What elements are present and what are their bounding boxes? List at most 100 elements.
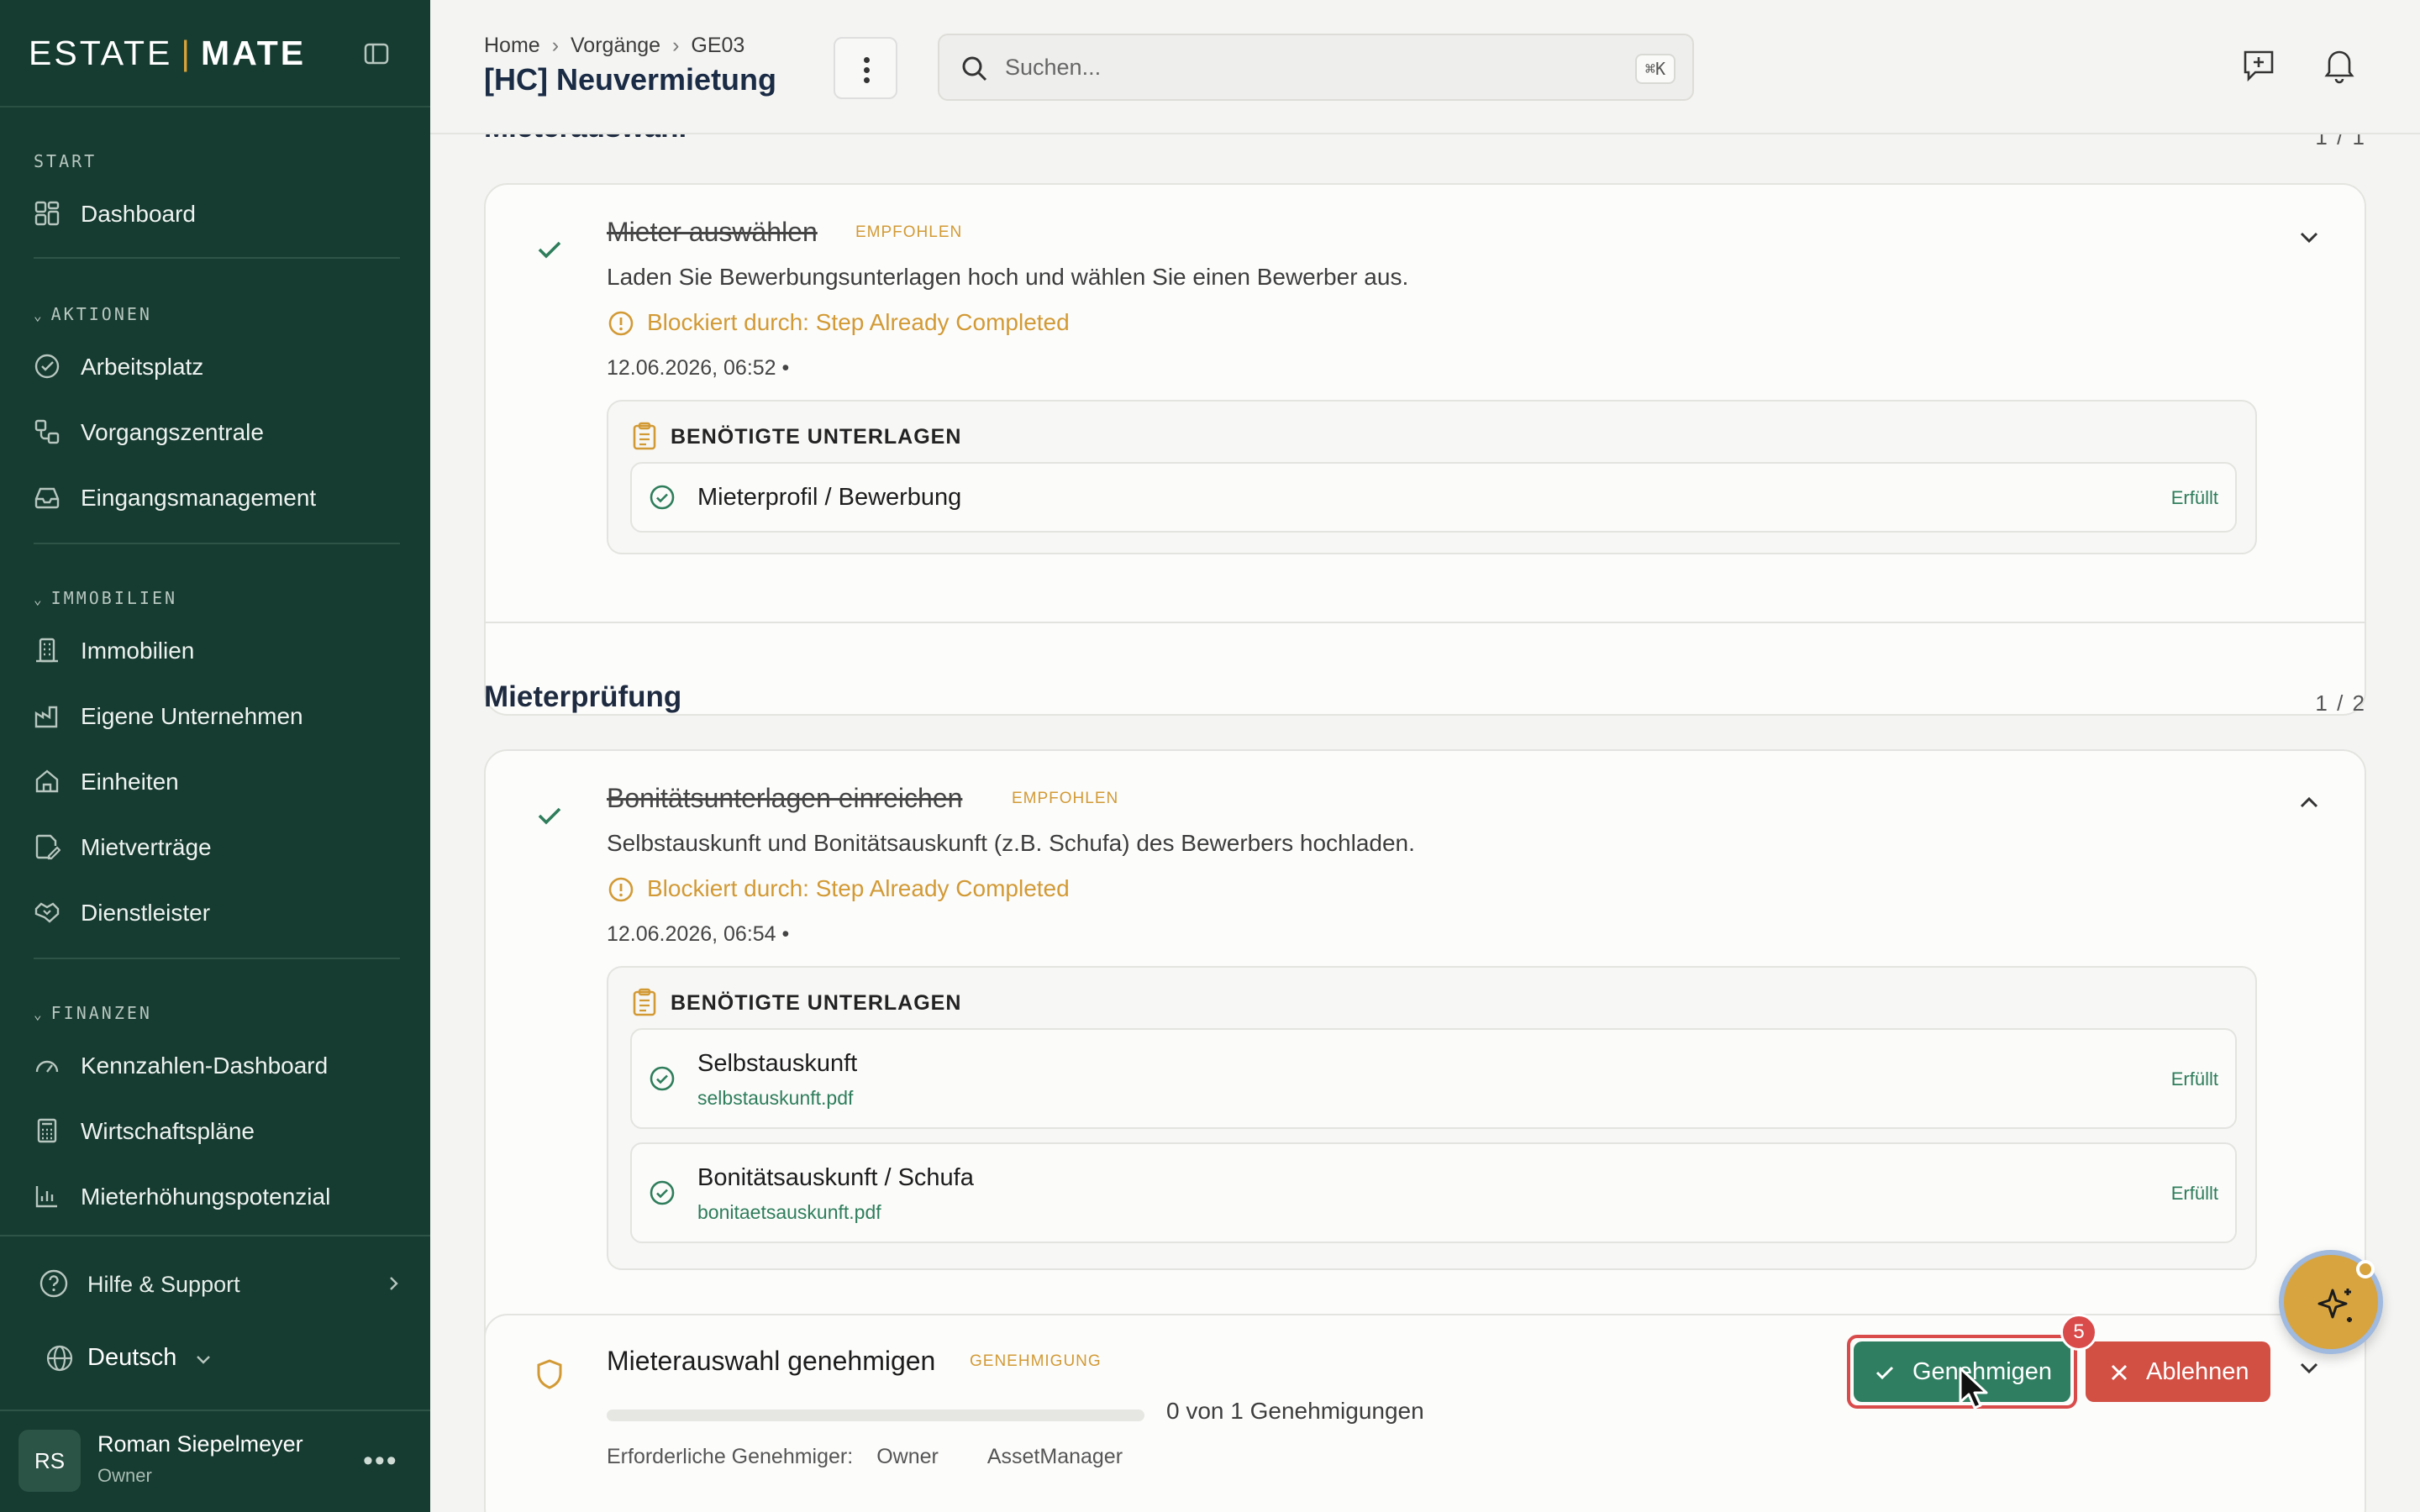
- language-label: Deutsch: [87, 1344, 177, 1371]
- collapse-toggle[interactable]: [2294, 1352, 2324, 1383]
- sidebar-item-mietvertraege[interactable]: Mietverträge: [17, 820, 413, 874]
- check-circle-icon: [34, 354, 60, 379]
- sidebar-item-einheiten[interactable]: Einheiten: [17, 754, 413, 808]
- chevron-down-icon: ⌄: [34, 307, 45, 323]
- brand-right: MATE: [201, 34, 307, 72]
- step-card-mieter-auswaehlen: Mieter auswählen EMPFOHLEN Laden Sie Bew…: [484, 183, 2366, 716]
- section-label-aktionen[interactable]: ⌄ AKTIONEN: [34, 304, 152, 324]
- factory-icon: [34, 706, 58, 728]
- document-row[interactable]: Mieterprofil / Bewerbung Erfüllt: [630, 462, 2237, 533]
- brand-logo[interactable]: ESTATE | MATE: [29, 34, 306, 73]
- sidebar-item-label: Arbeitsplatz: [81, 354, 204, 380]
- step-timestamp: 12.06.2026, 06:52 •: [607, 356, 790, 380]
- section-label-text: AKTIONEN: [50, 304, 152, 324]
- check-circle-icon: [650, 485, 675, 510]
- approval-progress-text: 0 von 1 Genehmigungen: [1166, 1398, 1424, 1424]
- search-shortcut: ⌘K: [1634, 54, 1676, 84]
- chevron-right-icon: [390, 1277, 398, 1290]
- search-bar[interactable]: ⌘K: [938, 34, 1694, 101]
- home-icon: [35, 769, 59, 793]
- document-row[interactable]: Bonitätsauskunft / Schufa bonitaetsausku…: [630, 1142, 2237, 1243]
- user-profile[interactable]: RS Roman Siepelmeyer Owner •••: [0, 1411, 430, 1512]
- building-icon: [36, 638, 58, 663]
- help-support-link[interactable]: Hilfe & Support: [34, 1268, 403, 1302]
- notification-dot: [2356, 1260, 2375, 1278]
- document-file-link[interactable]: bonitaetsauskunft.pdf: [697, 1201, 881, 1224]
- brand-left: ESTATE: [29, 34, 173, 72]
- sidebar-item-eingangsmanagement[interactable]: Eingangsmanagement: [17, 470, 413, 524]
- more-actions-button[interactable]: [834, 37, 897, 99]
- step-marker-badge: 5: [2060, 1314, 2097, 1351]
- sidebar-header: ESTATE | MATE: [0, 0, 430, 108]
- document-status: Erfüllt: [2170, 487, 2218, 508]
- main-content: Mieterauswahl 1 / 1 Mieter auswählen EMP…: [430, 111, 2420, 1512]
- handshake-icon: [34, 902, 60, 923]
- more-horizontal-icon[interactable]: •••: [363, 1445, 398, 1478]
- sidebar-item-arbeitsplatz[interactable]: Arbeitsplatz: [17, 339, 413, 393]
- blocked-text: Blockiert durch: Step Already Completed: [647, 309, 1070, 335]
- breadcrumb-vorgaenge[interactable]: Vorgänge: [571, 34, 660, 57]
- blocked-text: Blockiert durch: Step Already Completed: [647, 875, 1070, 901]
- chevron-down-icon: ⌄: [34, 591, 45, 607]
- sidebar-toggle-icon: [364, 43, 389, 65]
- required-documents-header: BENÖTIGTE UNTERLAGEN: [632, 422, 960, 452]
- brand-divider: |: [181, 34, 193, 72]
- shield-icon: [537, 1359, 562, 1389]
- breadcrumb-current[interactable]: GE03: [691, 34, 744, 57]
- search-input[interactable]: [1005, 50, 1593, 84]
- section-label-finanzen[interactable]: ⌄ FINANZEN: [34, 1003, 152, 1023]
- sidebar-item-immobilien[interactable]: Immobilien: [17, 623, 413, 677]
- user-role: Owner: [97, 1465, 152, 1486]
- section-label-immobilien[interactable]: ⌄ IMMOBILIEN: [34, 588, 177, 608]
- sidebar-toggle-button[interactable]: [353, 30, 400, 77]
- bell-icon: [2324, 50, 2354, 84]
- sidebar-item-dienstleister[interactable]: Dienstleister: [17, 885, 413, 939]
- inbox-icon: [34, 487, 60, 509]
- collapse-toggle[interactable]: [2294, 788, 2324, 818]
- more-vertical-icon: [864, 57, 870, 63]
- sidebar-item-kennzahlen-dashboard[interactable]: Kennzahlen-Dashboard: [17, 1038, 413, 1092]
- sidebar-item-mieterhoehungspotenzial[interactable]: Mieterhöhungspotenzial: [17, 1169, 413, 1223]
- required-documents-title: BENÖTIGTE UNTERLAGEN: [671, 991, 962, 1015]
- document-status: Erfüllt: [2170, 1068, 2218, 1089]
- globe-icon: [46, 1345, 73, 1372]
- collapse-toggle[interactable]: [2294, 222, 2324, 252]
- sidebar-item-dashboard[interactable]: Dashboard: [17, 186, 413, 240]
- section-label-start: START: [34, 151, 97, 171]
- alert-circle-icon: [608, 877, 634, 902]
- chevron-down-icon: ⌄: [34, 1006, 45, 1022]
- language-selector[interactable]: Deutsch: [45, 1342, 247, 1376]
- sidebar-item-eigene-unternehmen[interactable]: Eigene Unternehmen: [17, 689, 413, 743]
- sidebar-item-label: Eingangsmanagement: [81, 485, 317, 511]
- breadcrumb-home[interactable]: Home: [484, 34, 540, 57]
- required-documents: BENÖTIGTE UNTERLAGEN Selbstauskunft selb…: [607, 966, 2257, 1270]
- user-name: Roman Siepelmeyer: [97, 1431, 303, 1457]
- clipboard-icon: [633, 988, 656, 1016]
- feedback-button[interactable]: [2240, 47, 2277, 84]
- required-documents-title: BENÖTIGTE UNTERLAGEN: [671, 425, 962, 449]
- check-circle-icon: [650, 1180, 675, 1205]
- more-vertical-icon: [864, 77, 870, 83]
- sidebar-item-vorgangszentrale[interactable]: Vorgangszentrale: [17, 405, 413, 459]
- search-icon: [962, 56, 987, 81]
- sidebar: ESTATE | MATE START Dashboard ⌄ AKTIONEN Ar…: [0, 0, 430, 1512]
- breadcrumb: Home › Vorgänge › GE03: [484, 34, 744, 58]
- step-description: Laden Sie Bewerbungsunterlagen hoch und …: [607, 264, 1409, 290]
- reject-button[interactable]: Ablehnen: [2086, 1341, 2270, 1402]
- document-file-link[interactable]: selbstauskunft.pdf: [697, 1087, 853, 1110]
- document-name: Bonitätsauskunft / Schufa: [697, 1164, 974, 1191]
- clipboard-icon: [633, 422, 656, 450]
- divider: [0, 1235, 430, 1236]
- check-icon: [538, 241, 561, 259]
- sidebar-item-label: Immobilien: [81, 638, 195, 664]
- approval-progress-bar: [607, 1410, 1144, 1421]
- message-plus-icon: [2244, 50, 2274, 82]
- document-row[interactable]: Selbstauskunft selbstauskunft.pdf Erfüll…: [630, 1028, 2237, 1129]
- chevron-down-icon: [197, 1356, 210, 1364]
- sidebar-item-wirtschaftsplaene[interactable]: Wirtschaftspläne: [17, 1104, 413, 1158]
- dashboard-icon: [34, 201, 60, 226]
- notifications-button[interactable]: [2321, 47, 2358, 84]
- sidebar-item-label: Eigene Unternehmen: [81, 703, 303, 729]
- check-circle-icon: [650, 1066, 675, 1091]
- approval-title: Mieterauswahl genehmigen: [607, 1346, 936, 1376]
